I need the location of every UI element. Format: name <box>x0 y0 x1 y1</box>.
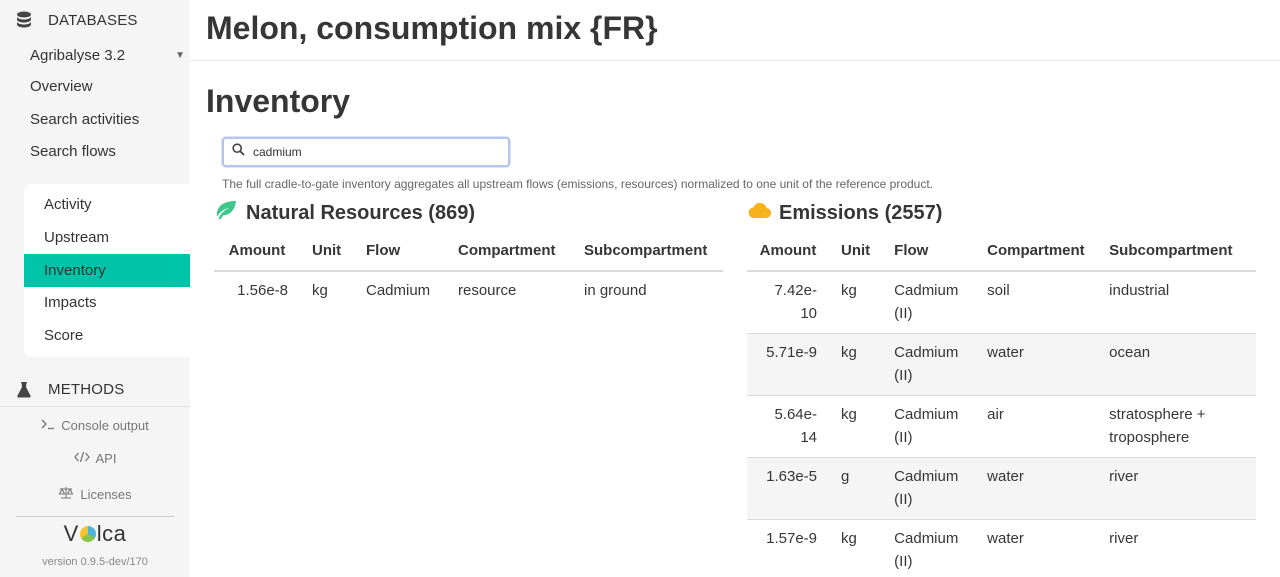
cell-unit: kg <box>829 519 883 577</box>
cell-amount: 1.56e-8 <box>237 282 288 299</box>
inventory-help-text: The full cradle-to-gate inventory aggreg… <box>222 177 934 191</box>
footer-divider <box>16 516 174 517</box>
console-output-link[interactable]: Console output <box>0 418 190 433</box>
database-select[interactable]: Agribalyse 3.2 ▼ <box>30 43 185 67</box>
flask-icon <box>0 381 48 398</box>
cell-flow: Cadmium (II) <box>882 395 976 458</box>
cell-subcompartment: ocean <box>1097 333 1256 396</box>
cell-amount: 5.71e-9 <box>747 333 829 396</box>
sidebar-link-search-flows[interactable]: Search flows <box>30 143 116 160</box>
natural-resources-table: Amount Unit Flow Compartment Subcompartm… <box>214 231 723 311</box>
cell-compartment: air <box>975 395 1098 458</box>
cell-subcompartment: river <box>1097 519 1256 577</box>
search-input[interactable] <box>253 145 493 159</box>
cell-compartment: water <box>975 519 1098 577</box>
sidebar-divider <box>0 406 190 407</box>
cell-flow: Cadmium (II) <box>882 519 976 577</box>
column-header-amount[interactable]: Amount <box>747 231 829 272</box>
databases-label: DATABASES <box>48 11 138 29</box>
cell-unit: kg <box>829 333 883 396</box>
api-link[interactable]: API <box>0 451 190 466</box>
cell-unit: kg <box>829 395 883 458</box>
code-icon <box>73 451 90 466</box>
cell-amount: 7.42e-10 <box>747 271 829 334</box>
column-header-amount[interactable]: Amount <box>214 231 300 272</box>
cell-compartment: water <box>975 333 1098 396</box>
column-header-subcompartment[interactable]: Subcompartment <box>1097 231 1256 272</box>
cell-unit: g <box>829 457 883 520</box>
table-row[interactable]: 1.56e-8 kg Cadmium resource in ground <box>214 271 723 311</box>
cell-flow: Cadmium (II) <box>882 271 976 334</box>
licenses-link[interactable]: Licenses <box>0 486 190 502</box>
column-header-flow[interactable]: Flow <box>882 231 976 272</box>
column-header-unit[interactable]: Unit <box>300 231 354 272</box>
methods-section-header[interactable]: METHODS <box>0 369 190 409</box>
api-label: API <box>95 451 117 466</box>
table-row[interactable]: 7.42e-10 kg Cadmium (II) soil industrial <box>747 271 1256 334</box>
emissions-title-text: Emissions (2557) <box>779 201 943 224</box>
inventory-heading: Inventory <box>206 83 351 119</box>
page-title: Melon, consumption mix {FR} <box>206 10 658 46</box>
cell-flow: Cadmium (II) <box>882 333 976 396</box>
table-row[interactable]: 5.71e-9 kg Cadmium (II) water ocean <box>747 333 1256 396</box>
table-row[interactable]: 5.64e-14 kg Cadmium (II) air stratospher… <box>747 395 1256 458</box>
cloud-icon <box>747 201 772 225</box>
emissions-title: Emissions (2557) <box>747 200 942 226</box>
column-header-compartment[interactable]: Compartment <box>975 231 1098 272</box>
console-output-label: Console output <box>61 418 149 433</box>
column-header-subcompartment[interactable]: Subcompartment <box>572 231 723 272</box>
cell-subcompartment: river <box>1097 457 1256 520</box>
licenses-label: Licenses <box>80 486 132 502</box>
activity-subnav: Activity Upstream Inventory Impacts Scor… <box>24 184 190 357</box>
emissions-table: Amount Unit Flow Compartment Subcompartm… <box>747 231 1256 577</box>
column-header-unit[interactable]: Unit <box>829 231 883 272</box>
terminal-icon <box>41 418 55 433</box>
inventory-search[interactable] <box>222 137 510 167</box>
sidebar-link-overview[interactable]: Overview <box>30 78 93 95</box>
subnav-item-inventory[interactable]: Inventory <box>24 254 190 287</box>
cell-flow: Cadmium <box>366 282 431 299</box>
cell-compartment: resource <box>458 282 517 299</box>
cell-compartment: soil <box>975 271 1098 334</box>
cell-subcompartment: in ground <box>584 282 647 299</box>
cell-amount: 5.64e-14 <box>747 395 829 458</box>
scale-icon <box>58 486 74 502</box>
table-row[interactable]: 1.63e-5 g Cadmium (II) water river <box>747 457 1256 520</box>
natural-resources-title-text: Natural Resources (869) <box>246 201 475 224</box>
sidebar-link-search-activities[interactable]: Search activities <box>30 111 139 128</box>
table-header-row: Amount Unit Flow Compartment Subcompartm… <box>747 231 1256 272</box>
page-header: Melon, consumption mix {FR} <box>190 0 1280 61</box>
logo-circle-icon <box>79 526 96 542</box>
table-header-row: Amount Unit Flow Compartment Subcompartm… <box>214 231 723 272</box>
cell-unit: kg <box>829 271 883 334</box>
volca-logo: Vlca <box>63 521 127 546</box>
subnav-item-score[interactable]: Score <box>24 319 190 352</box>
subnav-item-activity[interactable]: Activity <box>24 188 190 221</box>
subnav-item-impacts[interactable]: Impacts <box>24 286 190 319</box>
cell-subcompartment: industrial <box>1097 271 1256 334</box>
leaf-icon <box>214 200 238 226</box>
cell-compartment: water <box>975 457 1098 520</box>
databases-section-header[interactable]: DATABASES <box>0 0 190 40</box>
natural-resources-title: Natural Resources (869) <box>214 200 475 226</box>
caret-down-icon: ▼ <box>175 49 185 61</box>
database-select-value: Agribalyse 3.2 <box>30 46 126 64</box>
column-header-compartment[interactable]: Compartment <box>446 231 572 272</box>
cell-subcompartment: stratosphere + troposphere <box>1097 395 1256 458</box>
column-header-flow[interactable]: Flow <box>354 231 446 272</box>
cell-amount: 1.57e-9 <box>747 519 829 577</box>
version-text: version 0.9.5-dev/170 <box>42 556 148 568</box>
cell-amount: 1.63e-5 <box>747 457 829 520</box>
cell-flow: Cadmium (II) <box>882 457 976 520</box>
cell-unit: kg <box>312 282 328 299</box>
methods-label: METHODS <box>48 380 125 398</box>
table-row[interactable]: 1.57e-9 kg Cadmium (II) water river <box>747 519 1256 577</box>
sidebar: DATABASES Agribalyse 3.2 ▼ Overview Sear… <box>0 0 190 577</box>
database-icon <box>0 11 48 29</box>
search-icon <box>232 143 245 161</box>
subnav-item-upstream[interactable]: Upstream <box>24 221 190 254</box>
